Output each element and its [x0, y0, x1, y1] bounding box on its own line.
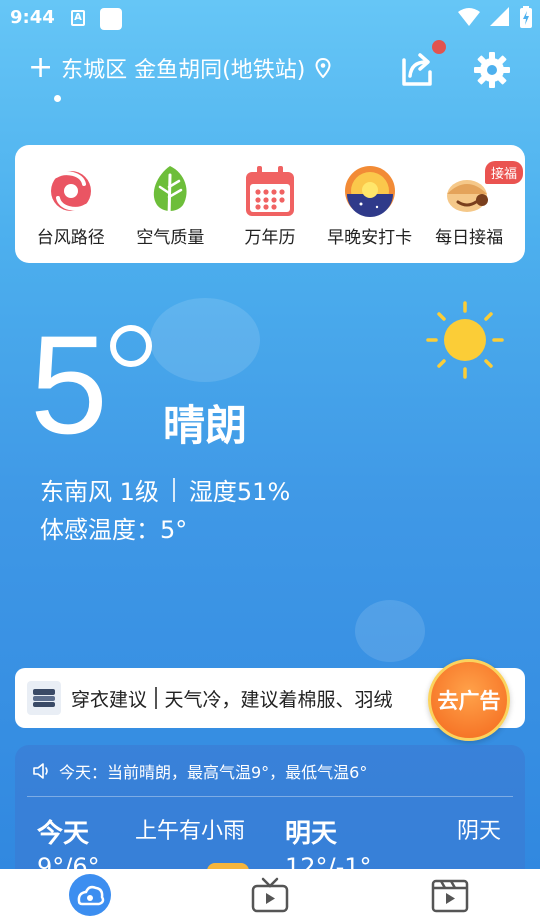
quick-action-label: 早晚安打卡 — [327, 228, 413, 248]
background-bubble — [150, 298, 260, 382]
gear-icon[interactable] — [472, 50, 512, 90]
tomorrow-label: 明天 — [285, 819, 338, 849]
status-icons — [458, 6, 532, 28]
today-condition: 上午有小雨 — [135, 819, 246, 844]
current-temperature: 5 — [30, 306, 108, 463]
quick-actions-card: 台风路径 空气质量 万年历 早晚安打卡 接福 每日接福 — [15, 145, 525, 263]
share-icon[interactable] — [398, 50, 436, 88]
notification-square-icon — [100, 8, 122, 30]
sun-icon — [426, 301, 504, 379]
signal-icon — [490, 7, 509, 26]
bottom-nav — [0, 869, 540, 920]
nav-video[interactable] — [420, 869, 480, 920]
quick-action-label: 台风路径 — [36, 228, 105, 248]
typhoon-icon — [50, 171, 91, 211]
nav-weather[interactable] — [60, 869, 120, 920]
tomorrow-condition: 阴天 — [457, 819, 502, 844]
quick-action-label: 万年历 — [244, 228, 296, 248]
location-pin-icon — [315, 58, 331, 78]
remove-ads-button[interactable]: 去广告 — [428, 659, 510, 741]
divider — [155, 687, 157, 709]
clothing-icon — [27, 681, 61, 715]
quick-action-label: 空气质量 — [136, 228, 205, 248]
quick-action-calendar[interactable]: 万年历 — [220, 145, 320, 263]
humidity-info: 湿度51% — [188, 478, 291, 506]
feels-like-temperature: 体感温度：5° — [40, 516, 188, 544]
battery-icon — [520, 6, 532, 28]
dress-advice-title: 穿衣建议 — [71, 688, 148, 711]
calendar-icon — [245, 166, 294, 216]
degree-symbol — [110, 325, 152, 367]
notification-dot — [432, 40, 446, 54]
divider — [172, 477, 175, 502]
dress-advice-text: 天气冷，建议着棉服、羽绒 — [164, 688, 393, 711]
sunrise-icon — [344, 166, 395, 217]
wind-info: 东南风 1级 — [40, 478, 159, 506]
location-selector[interactable]: + 东城区 金鱼胡同(地铁站) — [28, 52, 331, 84]
tv-icon — [251, 877, 289, 912]
quick-action-checkin[interactable]: 早晚安打卡 — [320, 145, 420, 263]
status-time: 9:44 — [10, 7, 55, 28]
quick-action-typhoon[interactable]: 台风路径 — [21, 145, 121, 263]
weather-condition: 晴朗 — [163, 401, 248, 450]
nav-tv[interactable] — [240, 869, 300, 920]
divider — [27, 796, 513, 797]
location-name[interactable]: 东城区 金鱼胡同(地铁站) — [61, 52, 305, 84]
weather-tab-icon — [69, 873, 111, 916]
status-bar: 9:44 A — [0, 0, 540, 36]
quick-action-label: 每日接福 — [435, 228, 504, 248]
forecast-notice[interactable]: 今天：当前晴朗，最高气温9°，最低气温6° — [33, 759, 367, 783]
background-bubble — [355, 600, 425, 662]
add-city-button[interactable]: + — [28, 53, 53, 83]
leaf-icon — [154, 166, 187, 219]
forecast-notice-text: 今天：当前晴朗，最高气温9°，最低气温6° — [59, 763, 368, 782]
video-icon — [431, 879, 469, 912]
wind-humidity-row: 东南风 1级 湿度51% — [40, 472, 290, 507]
notification-a-icon: A — [71, 10, 85, 26]
quick-action-lucky[interactable]: 接福 每日接福 — [419, 145, 523, 263]
wifi-icon — [458, 8, 480, 26]
quick-action-air-quality[interactable]: 空气质量 — [121, 145, 221, 263]
page-indicator-dot — [54, 95, 61, 102]
today-label: 今天 — [37, 819, 90, 849]
lucky-badge: 接福 — [484, 161, 523, 184]
speaker-icon — [33, 763, 48, 779]
